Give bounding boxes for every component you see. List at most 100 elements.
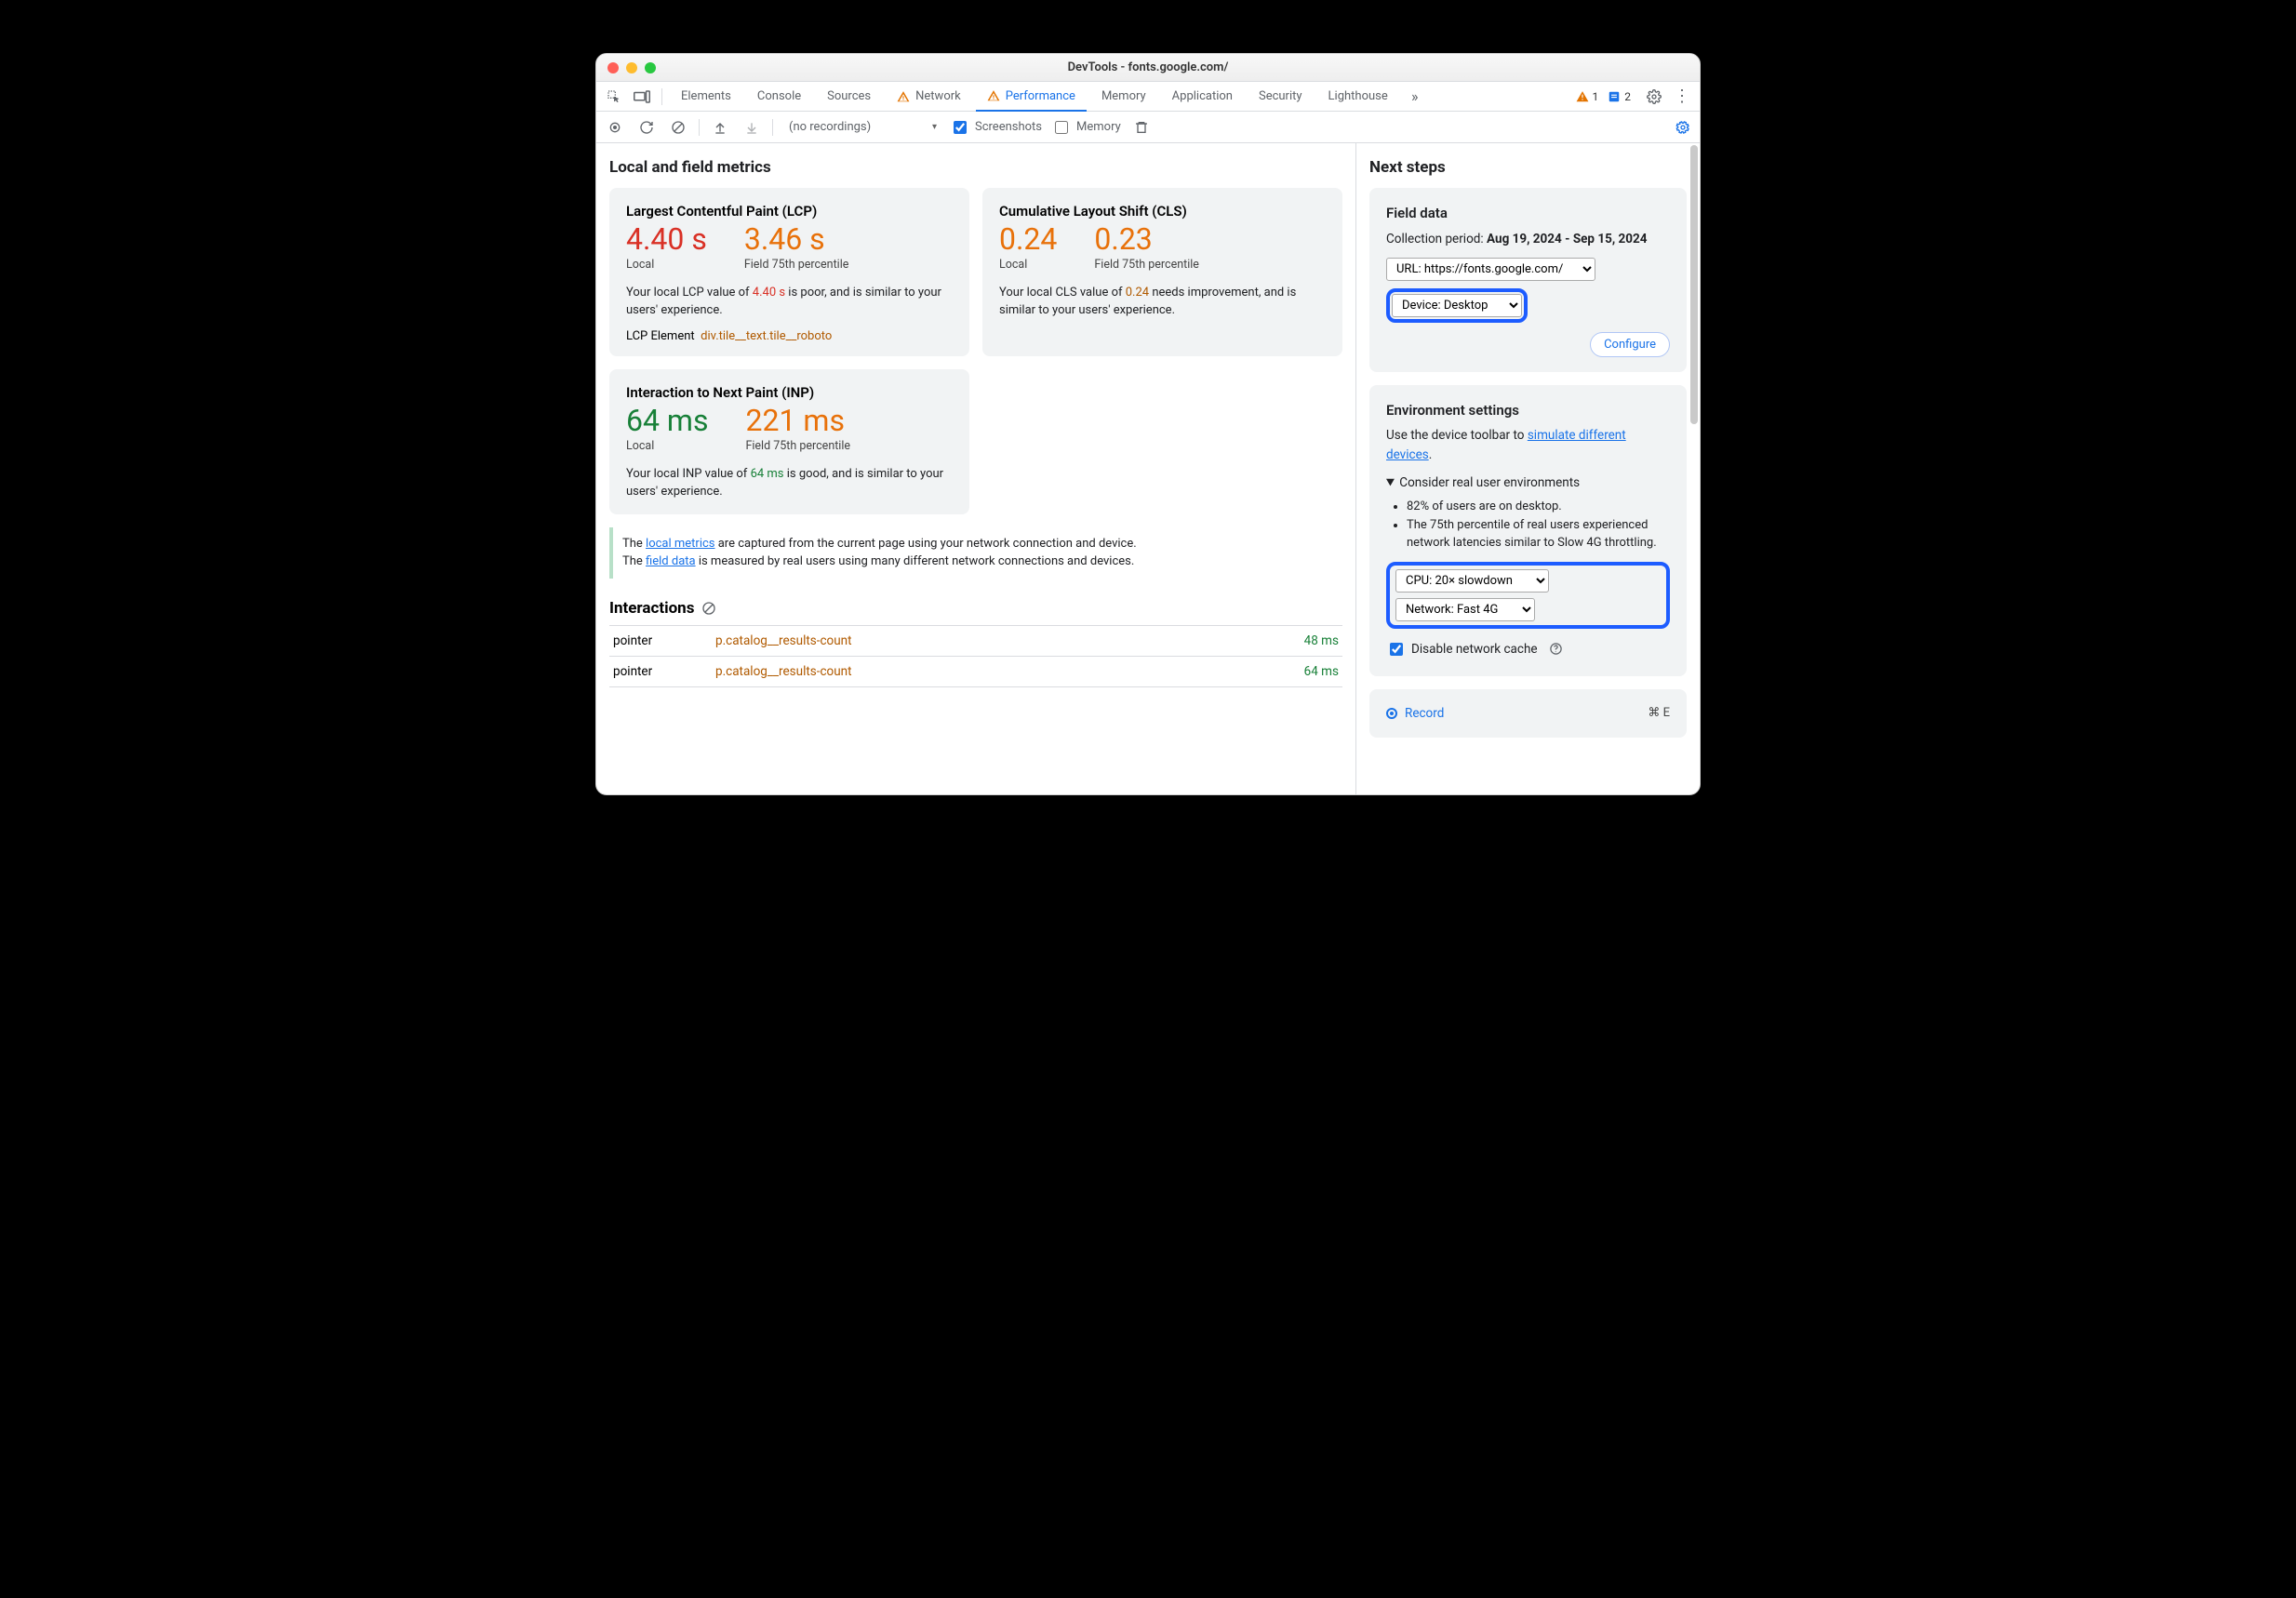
inp-description: Your local INP value of 64 ms is good, a… xyxy=(626,466,953,501)
memory-checkbox-label: Memory xyxy=(1076,120,1121,134)
field-data-card: Field data Collection period: Aug 19, 20… xyxy=(1369,188,1687,372)
environment-bullet: 82% of users are on desktop. xyxy=(1407,498,1670,516)
interactions-heading: Interactions xyxy=(609,599,694,618)
main-content: Local and field metrics Largest Contentf… xyxy=(596,143,1700,794)
help-icon[interactable] xyxy=(1549,642,1563,656)
lcp-title: Largest Contentful Paint (LCP) xyxy=(626,203,953,220)
network-throttle-select[interactable]: Network: Fast 4G xyxy=(1395,598,1535,621)
local-metrics-link[interactable]: local metrics xyxy=(646,537,714,551)
configure-button[interactable]: Configure xyxy=(1590,332,1670,357)
memory-checkbox-input[interactable] xyxy=(1055,121,1068,134)
interactions-table: pointer p.catalog__results-count 48 mspo… xyxy=(609,625,1342,687)
tab-network[interactable]: Network xyxy=(886,82,972,111)
clear-interactions-icon[interactable] xyxy=(701,601,716,616)
inp-field-label: Field 75th percentile xyxy=(745,439,850,453)
lcp-description: Your local LCP value of 4.40 s is poor, … xyxy=(626,285,953,320)
tab-security-label: Security xyxy=(1259,89,1302,103)
tab-application[interactable]: Application xyxy=(1161,82,1244,111)
tab-console[interactable]: Console xyxy=(746,82,812,111)
cpu-throttle-select[interactable]: CPU: 20× slowdown xyxy=(1395,569,1549,593)
settings-gear-icon[interactable] xyxy=(1642,85,1666,109)
inspect-element-icon[interactable] xyxy=(602,85,626,109)
throttling-highlight: CPU: 20× slowdown Network: Fast 4G xyxy=(1386,562,1670,629)
clear-icon[interactable] xyxy=(667,116,689,139)
warning-icon xyxy=(897,90,910,103)
tab-lighthouse-label: Lighthouse xyxy=(1328,89,1388,103)
garbage-collect-icon[interactable] xyxy=(1130,116,1153,139)
interaction-time: 64 ms xyxy=(1199,656,1342,686)
tab-elements[interactable]: Elements xyxy=(670,82,742,111)
tab-console-label: Console xyxy=(757,89,801,103)
download-profile-icon[interactable] xyxy=(741,116,763,139)
devtools-window: DevTools - fonts.google.com/ Elements Co… xyxy=(595,53,1701,795)
environments-summary[interactable]: Consider real user environments xyxy=(1386,473,1670,492)
screenshots-checkbox[interactable]: Screenshots xyxy=(950,118,1042,137)
window-title: DevTools - fonts.google.com/ xyxy=(596,60,1700,74)
disable-cache-label: Disable network cache xyxy=(1411,640,1538,659)
issues-icon[interactable] xyxy=(1608,90,1621,103)
interaction-row[interactable]: pointer p.catalog__results-count 48 ms xyxy=(609,625,1342,656)
lcp-element-row[interactable]: LCP Element div.tile__text.tile__roboto xyxy=(626,329,953,343)
scrollbar[interactable] xyxy=(1689,143,1700,794)
cls-description: Your local CLS value of 0.24 needs impro… xyxy=(999,285,1326,320)
tab-elements-label: Elements xyxy=(681,89,731,103)
memory-checkbox[interactable]: Memory xyxy=(1051,118,1121,137)
cls-card: Cumulative Layout Shift (CLS) 0.24 Local… xyxy=(982,188,1342,356)
recordings-select[interactable]: (no recordings) xyxy=(782,117,941,137)
tab-lighthouse[interactable]: Lighthouse xyxy=(1317,82,1399,111)
divider xyxy=(699,119,700,136)
recordings-select-label: (no recordings) xyxy=(782,117,941,137)
next-steps-heading: Next steps xyxy=(1369,158,1687,177)
interaction-selector: p.catalog__results-count xyxy=(712,625,1199,656)
inp-local-label: Local xyxy=(626,439,708,453)
interaction-row[interactable]: pointer p.catalog__results-count 64 ms xyxy=(609,656,1342,686)
field-data-heading: Field data xyxy=(1386,203,1670,224)
device-select[interactable]: Device: Desktop xyxy=(1392,294,1522,317)
device-toolbar-icon[interactable] xyxy=(630,85,654,109)
reload-record-icon[interactable] xyxy=(635,116,658,139)
environments-list: 82% of users are on desktop.The 75th per… xyxy=(1386,498,1670,553)
device-select-highlight: Device: Desktop xyxy=(1386,288,1528,323)
metrics-panel: Local and field metrics Largest Contentf… xyxy=(596,143,1355,794)
tab-performance-label: Performance xyxy=(1006,89,1075,103)
screenshots-checkbox-label: Screenshots xyxy=(975,120,1042,134)
tab-sources[interactable]: Sources xyxy=(816,82,882,111)
warning-count[interactable]: 1 xyxy=(1593,90,1599,103)
issues-count[interactable]: 2 xyxy=(1624,90,1631,103)
more-tabs-icon[interactable]: » xyxy=(1403,85,1427,109)
record-icon xyxy=(1386,708,1397,719)
tab-memory-label: Memory xyxy=(1101,89,1146,103)
tab-performance[interactable]: Performance xyxy=(976,83,1087,112)
upload-profile-icon[interactable] xyxy=(709,116,731,139)
field-data-link[interactable]: field data xyxy=(646,554,696,568)
lcp-element-selector: div.tile__text.tile__roboto xyxy=(701,329,832,343)
performance-toolbar: (no recordings) Screenshots Memory xyxy=(596,112,1700,143)
url-select[interactable]: URL: https://fonts.google.com/ xyxy=(1386,258,1595,281)
record-button[interactable]: Record xyxy=(1386,704,1444,723)
inp-title: Interaction to Next Paint (INP) xyxy=(626,384,953,401)
environment-settings-card: Environment settings Use the device tool… xyxy=(1369,385,1687,676)
lcp-card: Largest Contentful Paint (LCP) 4.40 s Lo… xyxy=(609,188,969,356)
environments-details[interactable]: Consider real user environments 82% of u… xyxy=(1386,473,1670,553)
record-shortcut: ⌘ E xyxy=(1648,704,1670,723)
titlebar: DevTools - fonts.google.com/ xyxy=(596,54,1700,82)
tab-application-label: Application xyxy=(1172,89,1233,103)
kebab-menu-icon[interactable]: ⋮ xyxy=(1670,85,1694,109)
tab-network-label: Network xyxy=(915,89,961,103)
cls-local-value: 0.24 xyxy=(999,223,1057,256)
collection-period: Collection period: Aug 19, 2024 - Sep 15… xyxy=(1386,230,1670,248)
disable-cache-checkbox[interactable]: Disable network cache xyxy=(1386,640,1563,659)
tab-security[interactable]: Security xyxy=(1248,82,1314,111)
warning-icon[interactable] xyxy=(1576,90,1589,103)
interaction-time: 48 ms xyxy=(1199,625,1342,656)
screenshots-checkbox-input[interactable] xyxy=(954,121,967,134)
cls-field-value: 0.23 xyxy=(1094,223,1199,256)
interaction-kind: pointer xyxy=(609,656,712,686)
tab-sources-label: Sources xyxy=(827,89,871,103)
disable-cache-checkbox-input[interactable] xyxy=(1390,643,1403,656)
capture-settings-gear-icon[interactable] xyxy=(1672,116,1694,139)
record-button-icon[interactable] xyxy=(604,116,626,139)
lcp-local-label: Local xyxy=(626,258,707,272)
panel-tabs: Elements Console Sources Network Perform… xyxy=(596,82,1700,112)
tab-memory[interactable]: Memory xyxy=(1090,82,1157,111)
